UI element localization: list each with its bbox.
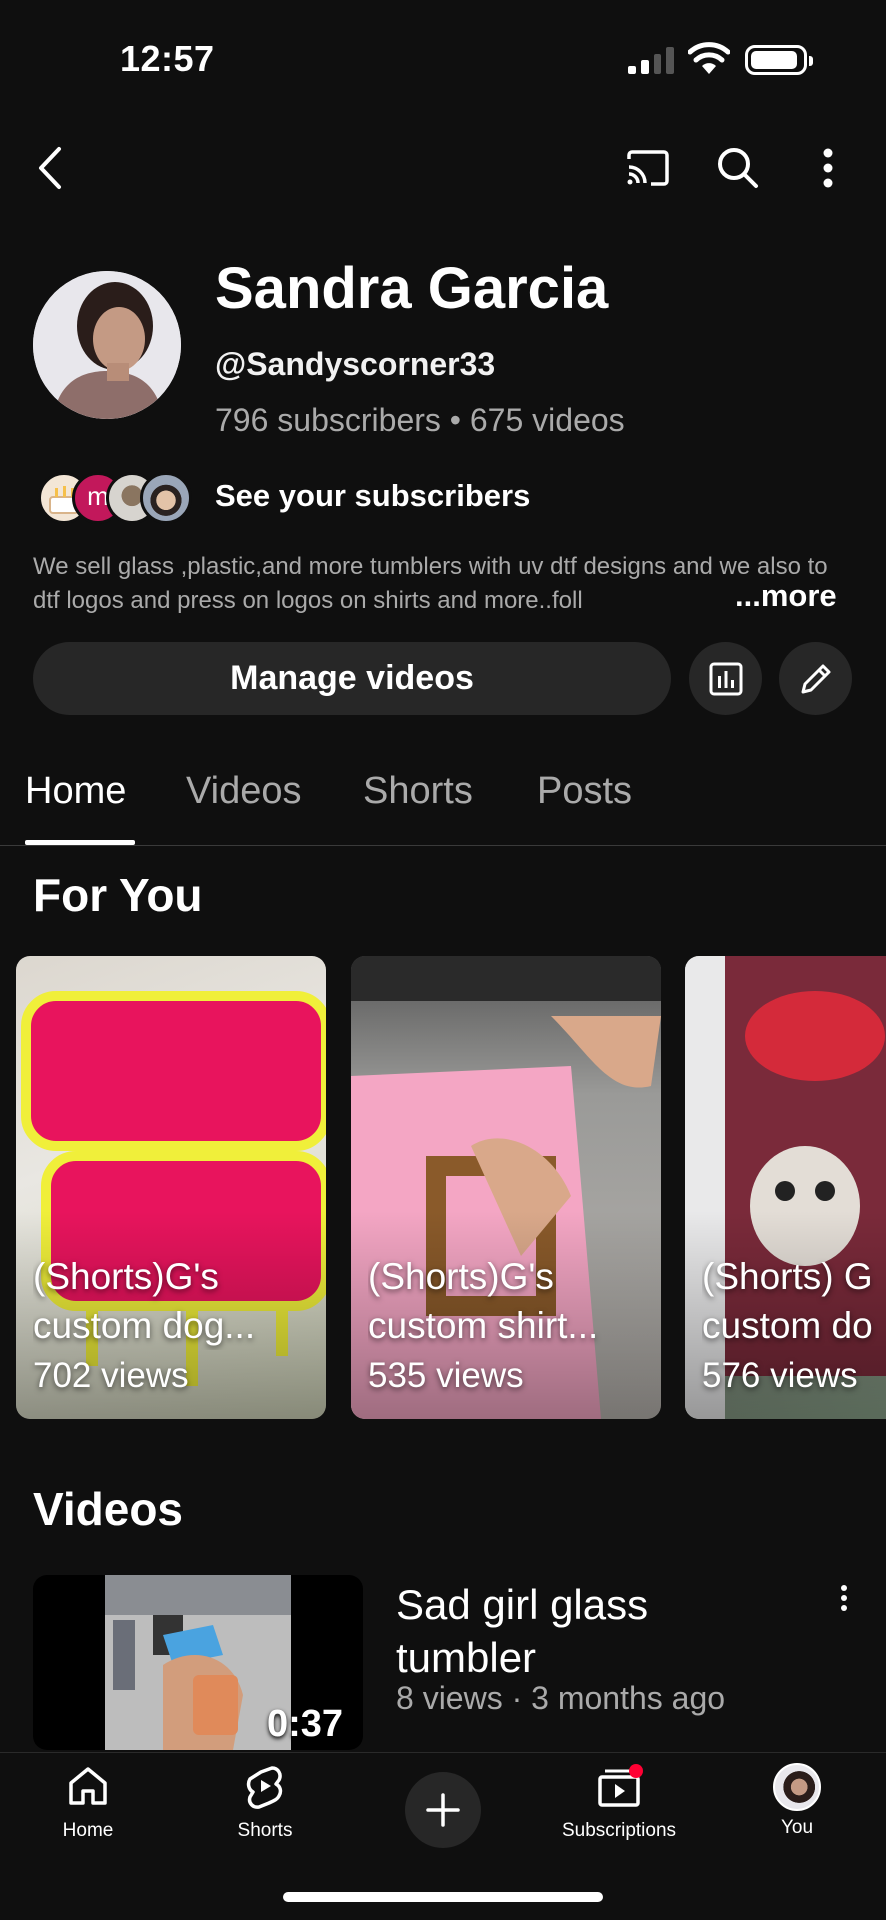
- nav-home[interactable]: Home: [18, 1763, 158, 1842]
- video-more-icon[interactable]: [826, 1578, 862, 1618]
- home-indicator[interactable]: [283, 1892, 603, 1902]
- analytics-button[interactable]: [689, 642, 762, 715]
- see-subscribers-link[interactable]: See your subscribers: [215, 478, 530, 514]
- active-tab-indicator: [25, 840, 135, 845]
- short-card[interactable]: (Shorts)G's custom shirt... 535 views: [351, 956, 661, 1419]
- manage-videos-button[interactable]: Manage videos: [33, 642, 671, 715]
- for-you-heading: For You: [33, 869, 203, 921]
- back-arrow-icon[interactable]: [22, 140, 78, 196]
- video-thumbnail[interactable]: 0:37: [33, 1575, 363, 1750]
- tab-videos[interactable]: Videos: [186, 770, 302, 813]
- home-icon: [69, 1767, 107, 1805]
- nav-you[interactable]: You: [727, 1763, 867, 1839]
- tab-shorts[interactable]: Shorts: [363, 770, 473, 813]
- subscriber-avatar: [140, 472, 192, 524]
- you-avatar: [773, 1763, 821, 1811]
- nav-subscriptions[interactable]: Subscriptions: [549, 1763, 689, 1842]
- video-meta: 8 views · 3 months ago: [396, 1680, 726, 1716]
- short-title: (Shorts) G custom do: [702, 1256, 873, 1346]
- status-time: 12:57: [120, 38, 215, 79]
- shorts-icon: [246, 1766, 283, 1809]
- channel-avatar[interactable]: [33, 271, 181, 419]
- tab-posts[interactable]: Posts: [537, 770, 632, 813]
- short-views: 702 views: [33, 1356, 189, 1395]
- more-vert-icon[interactable]: [800, 140, 856, 196]
- subscriptions-icon: [598, 1764, 643, 1807]
- nav-you-label: You: [780, 1817, 814, 1838]
- short-views: 576 views: [702, 1356, 858, 1395]
- plus-icon: [426, 1793, 460, 1827]
- pencil-icon: [801, 664, 830, 693]
- tab-home[interactable]: Home: [25, 770, 126, 813]
- video-duration: 0:37: [266, 1703, 343, 1745]
- subscriber-avatars[interactable]: m: [38, 472, 198, 524]
- nav-home-label: Home: [62, 1820, 114, 1841]
- channel-name: Sandra Garcia: [215, 256, 609, 321]
- battery-icon: [745, 45, 813, 75]
- short-views: 535 views: [368, 1356, 524, 1395]
- channel-handle: @Sandyscorner33: [215, 346, 496, 382]
- wifi-icon: [688, 42, 730, 74]
- channel-tabs: Home Videos Shorts Posts: [0, 770, 886, 846]
- channel-stats: 796 subscribers • 675 videos: [215, 402, 625, 438]
- short-title: (Shorts)G's custom shirt...: [368, 1256, 599, 1346]
- search-icon[interactable]: [710, 140, 766, 196]
- video-title[interactable]: Sad girl glass tumbler: [396, 1578, 796, 1684]
- videos-heading: Videos: [33, 1483, 183, 1535]
- nav-shorts-label: Shorts: [237, 1820, 293, 1841]
- nav-shorts[interactable]: Shorts: [195, 1763, 335, 1842]
- short-card[interactable]: (Shorts) G custom do 576 views: [685, 956, 886, 1419]
- cast-icon[interactable]: [620, 140, 676, 196]
- create-button[interactable]: [405, 1772, 481, 1848]
- analytics-icon: [709, 662, 742, 695]
- more-button[interactable]: ...more: [735, 578, 837, 614]
- edit-button[interactable]: [779, 642, 852, 715]
- short-title: (Shorts)G's custom dog...: [33, 1256, 256, 1346]
- cellular-signal-icon: [628, 46, 674, 74]
- short-card[interactable]: (Shorts)G's custom dog... 702 views: [16, 956, 326, 1419]
- nav-subscriptions-label: Subscriptions: [561, 1820, 677, 1841]
